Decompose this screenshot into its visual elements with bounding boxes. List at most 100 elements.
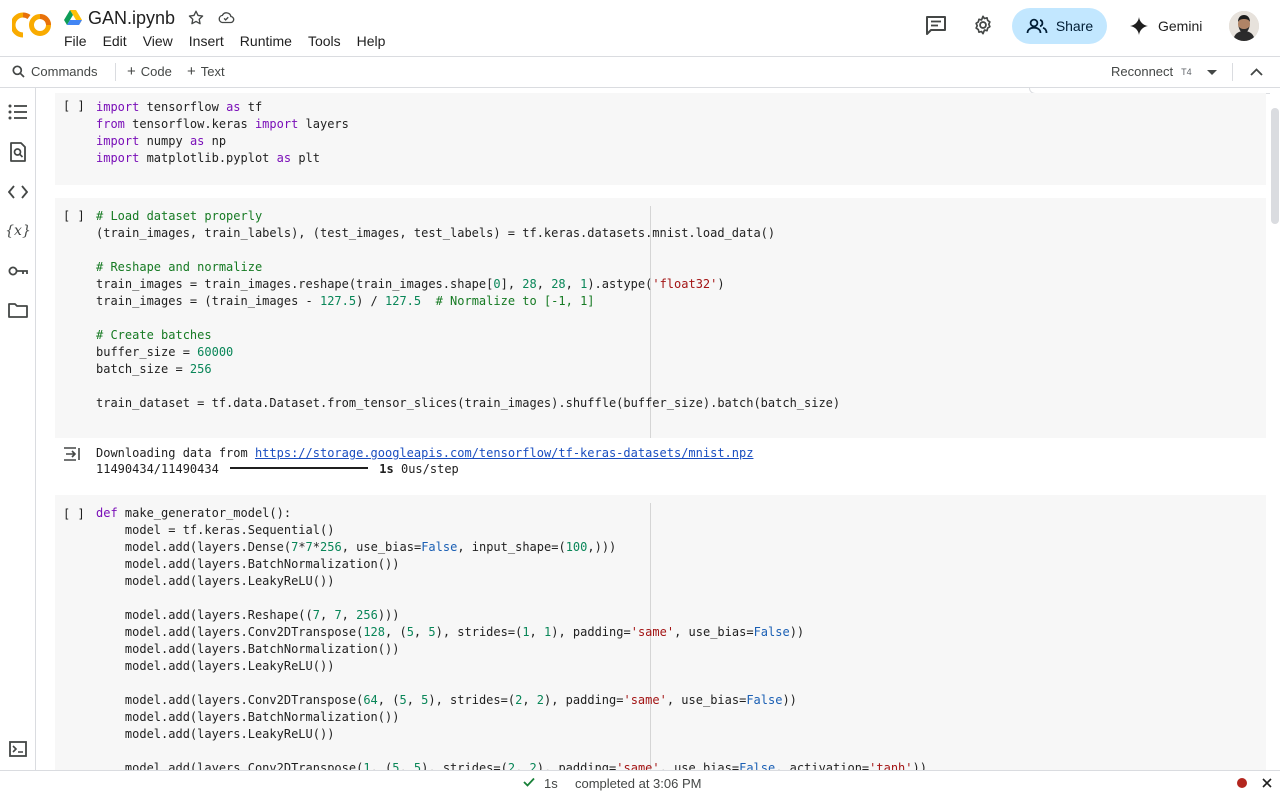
code-line: import matplotlib.pyplot as plt — [96, 151, 320, 165]
code-line: # Reshape and normalize — [96, 260, 263, 274]
cell-output: Downloading data from https://storage.go… — [55, 438, 1266, 482]
code-label: Code — [140, 64, 172, 79]
code-line: model.add(layers.Reshape((7, 7, 256))) — [96, 608, 400, 622]
code-cell-2[interactable]: [ ] # Load dataset properly (train_image… — [55, 198, 1266, 438]
share-label: Share — [1055, 18, 1094, 34]
gemini-button[interactable]: Gemini — [1130, 15, 1202, 37]
menu-view[interactable]: View — [143, 33, 173, 51]
left-sidebar: {x} — [0, 88, 36, 770]
download-prefix: Downloading data from — [96, 446, 255, 460]
run-cell-button[interactable]: [ ] — [63, 507, 85, 521]
download-link[interactable]: https://storage.googleapis.com/tensorflo… — [255, 446, 754, 460]
toolbar-divider — [115, 63, 116, 81]
code-line: model.add(layers.LeakyReLU()) — [96, 574, 335, 588]
code-line: model.add(layers.Conv2DTranspose(64, (5,… — [96, 693, 797, 707]
code-line: train_images = train_images.reshape(trai… — [96, 277, 725, 291]
progress-bar — [230, 467, 369, 469]
star-icon[interactable] — [187, 9, 205, 27]
reconnect-button[interactable]: Reconnect T4 — [1111, 64, 1192, 79]
settings-gear-icon[interactable] — [972, 14, 994, 36]
secrets-key-icon[interactable] — [7, 260, 29, 282]
run-cell-button[interactable]: [ ] — [63, 209, 85, 223]
reconnect-label: Reconnect — [1111, 64, 1174, 79]
notebook-main: [ ] import tensorflow as tf from tensorf… — [37, 88, 1270, 770]
code-line: model.add(layers.Conv2DTranspose(128, (5… — [96, 625, 805, 639]
commands-label: Commands — [31, 64, 98, 79]
menu-edit[interactable]: Edit — [103, 33, 127, 51]
code-snippets-icon[interactable] — [7, 181, 29, 203]
scrollbar-thumb[interactable] — [1271, 108, 1279, 224]
table-of-contents-icon[interactable] — [7, 101, 29, 123]
output-toggle-icon[interactable] — [63, 446, 83, 462]
text-label: Text — [200, 64, 225, 79]
code-cell-1[interactable]: [ ] import tensorflow as tf from tensorf… — [55, 93, 1266, 185]
code-line: model.add(layers.LeakyReLU()) — [96, 659, 335, 673]
plus-icon: + — [127, 63, 136, 80]
output-text: Downloading data from https://storage.go… — [96, 445, 753, 477]
find-replace-icon[interactable] — [7, 141, 29, 163]
code-editor[interactable]: # Load dataset properly (train_images, t… — [96, 208, 840, 412]
code-cell-3[interactable]: [ ] def make_generator_model(): model = … — [55, 495, 1266, 770]
code-line: def make_generator_model(): — [96, 506, 292, 520]
chevron-down-icon[interactable] — [1206, 69, 1218, 77]
menu-file[interactable]: File — [64, 33, 87, 51]
title-row: GAN.ipynb — [64, 7, 235, 29]
toolbar-divider — [1232, 63, 1233, 81]
gemini-label: Gemini — [1158, 18, 1203, 34]
progress-count: 11490434/11490434 — [96, 462, 219, 476]
search-icon — [12, 65, 25, 78]
recording-dot-icon[interactable] — [1237, 778, 1247, 788]
user-avatar[interactable] — [1229, 11, 1259, 41]
terminal-icon[interactable] — [7, 738, 29, 760]
menu-help[interactable]: Help — [357, 33, 386, 51]
code-line: model = tf.keras.Sequential() — [96, 523, 335, 537]
code-line: train_images = (train_images - 127.5) / … — [96, 294, 595, 308]
checkmark-icon — [523, 777, 535, 787]
add-text-button[interactable]: + Text — [187, 64, 225, 79]
runtime-type-label: T4 — [1181, 66, 1192, 77]
people-icon — [1026, 18, 1048, 34]
code-line: # Load dataset properly — [96, 209, 263, 223]
colab-app: GAN.ipynb File Edit View Insert Runtime … — [0, 0, 1280, 794]
commands-button[interactable]: Commands — [12, 64, 97, 79]
gemini-sparkle-icon — [1130, 17, 1148, 35]
code-line: model.add(layers.Dense(7*7*256, use_bias… — [96, 540, 617, 554]
code-line: batch_size = 256 — [96, 362, 212, 376]
execution-status: completed at 3:06 PM — [575, 776, 702, 791]
variables-icon[interactable]: {x} — [5, 220, 31, 242]
add-code-button[interactable]: + Code — [127, 64, 172, 79]
code-line: train_dataset = tf.data.Dataset.from_ten… — [96, 396, 841, 410]
code-line: from tensorflow.keras import layers — [96, 117, 349, 131]
code-line: model.add(layers.LeakyReLU()) — [96, 727, 335, 741]
share-button[interactable]: Share — [1012, 8, 1107, 44]
colab-logo[interactable] — [12, 12, 52, 38]
cloud-saved-icon[interactable] — [217, 9, 235, 27]
progress-time: 1s — [379, 462, 394, 476]
execution-duration: 1s — [544, 776, 558, 791]
menu-insert[interactable]: Insert — [189, 33, 224, 51]
code-editor[interactable]: def make_generator_model(): model = tf.k… — [96, 505, 927, 770]
code-line: model.add(layers.BatchNormalization()) — [96, 710, 400, 724]
notebook-toolbar: Commands + Code + Text Reconnect T4 — [0, 56, 1280, 88]
code-line: model.add(layers.BatchNormalization()) — [96, 557, 400, 571]
code-line: buffer_size = 60000 — [96, 345, 234, 359]
comment-icon[interactable] — [925, 15, 947, 35]
code-line: model.add(layers.BatchNormalization()) — [96, 642, 400, 656]
menu-tools[interactable]: Tools — [308, 33, 341, 51]
code-line: # Create batches — [96, 328, 212, 342]
menu-runtime[interactable]: Runtime — [240, 33, 292, 51]
run-cell-button[interactable]: [ ] — [63, 99, 85, 113]
menu-bar: File Edit View Insert Runtime Tools Help — [64, 33, 401, 51]
notebook-title[interactable]: GAN.ipynb — [88, 8, 175, 29]
google-drive-icon — [64, 10, 82, 25]
code-line: import numpy as np — [96, 134, 227, 148]
files-folder-icon[interactable] — [7, 299, 29, 321]
status-bar: 1s completed at 3:06 PM — [0, 770, 1280, 794]
code-line: (train_images, train_labels), (test_imag… — [96, 226, 776, 240]
close-icon[interactable] — [1262, 778, 1272, 788]
chevron-up-icon[interactable] — [1250, 67, 1263, 77]
code-line: model.add(layers.Conv2DTranspose(1, (5, … — [96, 761, 927, 770]
header: GAN.ipynb File Edit View Insert Runtime … — [0, 0, 1280, 56]
code-editor[interactable]: import tensorflow as tf from tensorflow.… — [96, 99, 349, 167]
plus-icon: + — [187, 63, 196, 80]
